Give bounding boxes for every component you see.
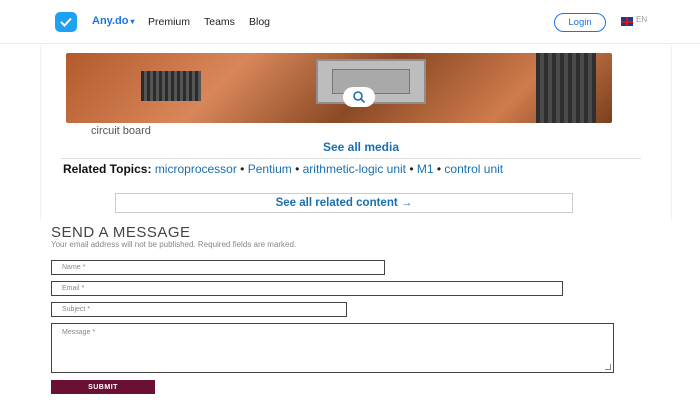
uk-flag-icon[interactable] (621, 17, 633, 26)
circuit-board-image[interactable] (66, 53, 612, 123)
see-all-media-link[interactable]: See all media (231, 140, 491, 154)
nav-link-blog[interactable]: Blog (249, 16, 270, 28)
anydo-logo-icon[interactable] (55, 12, 77, 32)
topic-link[interactable]: control unit (444, 162, 503, 176)
email-field[interactable]: Email * (51, 281, 563, 296)
form-title: SEND A MESSAGE (51, 224, 191, 241)
image-caption: circuit board (91, 125, 151, 137)
message-placeholder: Message * (62, 329, 96, 336)
topic-link[interactable]: Pentium (248, 162, 292, 176)
subject-field[interactable]: Subject * (51, 302, 347, 317)
topic-link[interactable]: microprocessor (155, 162, 237, 176)
heatsink-shape (141, 71, 201, 101)
top-nav: Any.do ▾ Premium Teams Blog Login EN (0, 0, 700, 44)
form-note: Your email address will not be published… (51, 240, 297, 249)
login-button[interactable]: Login (554, 13, 606, 32)
name-field[interactable]: Name * (51, 260, 385, 275)
divider (61, 158, 641, 159)
topic-link[interactable]: arithmetic-logic unit (303, 162, 406, 176)
brand-label: Any.do (92, 15, 129, 27)
resize-handle-icon[interactable] (605, 364, 611, 370)
chevron-down-icon: ▾ (130, 17, 135, 26)
related-topics-label: Related Topics: (63, 162, 152, 176)
article-section: circuit board See all media Related Topi… (40, 45, 672, 220)
topic-link[interactable]: M1 (417, 162, 434, 176)
slot-shape (536, 53, 596, 123)
see-all-related-button[interactable]: See all related content → (115, 193, 573, 213)
submit-button[interactable]: SUBMIT (51, 380, 155, 394)
message-textarea[interactable]: Message * (51, 323, 614, 373)
related-topics: Related Topics: microprocessor • Pentium… (63, 162, 504, 176)
nav-link-teams[interactable]: Teams (204, 16, 235, 28)
nav-link-premium[interactable]: Premium (148, 16, 190, 28)
magnify-icon[interactable] (343, 87, 375, 107)
language-label[interactable]: EN (636, 15, 647, 24)
brand-menu[interactable]: Any.do ▾ (92, 15, 134, 27)
